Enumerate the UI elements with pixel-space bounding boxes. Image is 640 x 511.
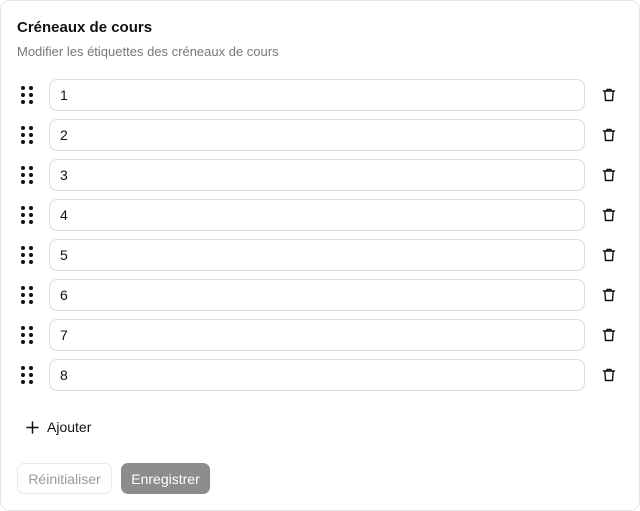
trash-icon[interactable]	[599, 165, 619, 185]
slot-row	[1, 319, 640, 351]
trash-icon[interactable]	[599, 365, 619, 385]
trash-icon[interactable]	[599, 85, 619, 105]
card-title: Créneaux de cours	[17, 19, 153, 36]
slot-label-input[interactable]	[49, 119, 585, 151]
drag-handle-icon[interactable]	[21, 166, 37, 184]
trash-icon[interactable]	[599, 205, 619, 225]
add-slot-button[interactable]: Ajouter	[25, 413, 91, 441]
trash-icon[interactable]	[599, 245, 619, 265]
drag-handle-icon[interactable]	[21, 326, 37, 344]
slot-row	[1, 199, 640, 231]
slot-row	[1, 239, 640, 271]
reset-button[interactable]: Réinitialiser	[17, 463, 112, 494]
card-subtitle: Modifier les étiquettes des créneaux de …	[17, 44, 279, 59]
trash-icon[interactable]	[599, 285, 619, 305]
trash-icon[interactable]	[599, 125, 619, 145]
slot-label-input[interactable]	[49, 359, 585, 391]
slot-label-input[interactable]	[49, 79, 585, 111]
slot-row	[1, 79, 640, 111]
slot-label-input[interactable]	[49, 319, 585, 351]
slot-label-input[interactable]	[49, 159, 585, 191]
drag-handle-icon[interactable]	[21, 206, 37, 224]
drag-handle-icon[interactable]	[21, 246, 37, 264]
slot-row	[1, 159, 640, 191]
slot-label-input[interactable]	[49, 279, 585, 311]
drag-handle-icon[interactable]	[21, 286, 37, 304]
save-button[interactable]: Enregistrer	[121, 463, 210, 494]
plus-icon	[25, 420, 39, 434]
slot-row	[1, 359, 640, 391]
slot-row	[1, 119, 640, 151]
slot-settings-card: Créneaux de cours Modifier les étiquette…	[0, 0, 640, 511]
add-slot-label: Ajouter	[47, 419, 92, 435]
slot-row	[1, 279, 640, 311]
drag-handle-icon[interactable]	[21, 126, 37, 144]
drag-handle-icon[interactable]	[21, 86, 37, 104]
drag-handle-icon[interactable]	[21, 366, 37, 384]
trash-icon[interactable]	[599, 325, 619, 345]
slot-label-input[interactable]	[49, 199, 585, 231]
slot-label-input[interactable]	[49, 239, 585, 271]
